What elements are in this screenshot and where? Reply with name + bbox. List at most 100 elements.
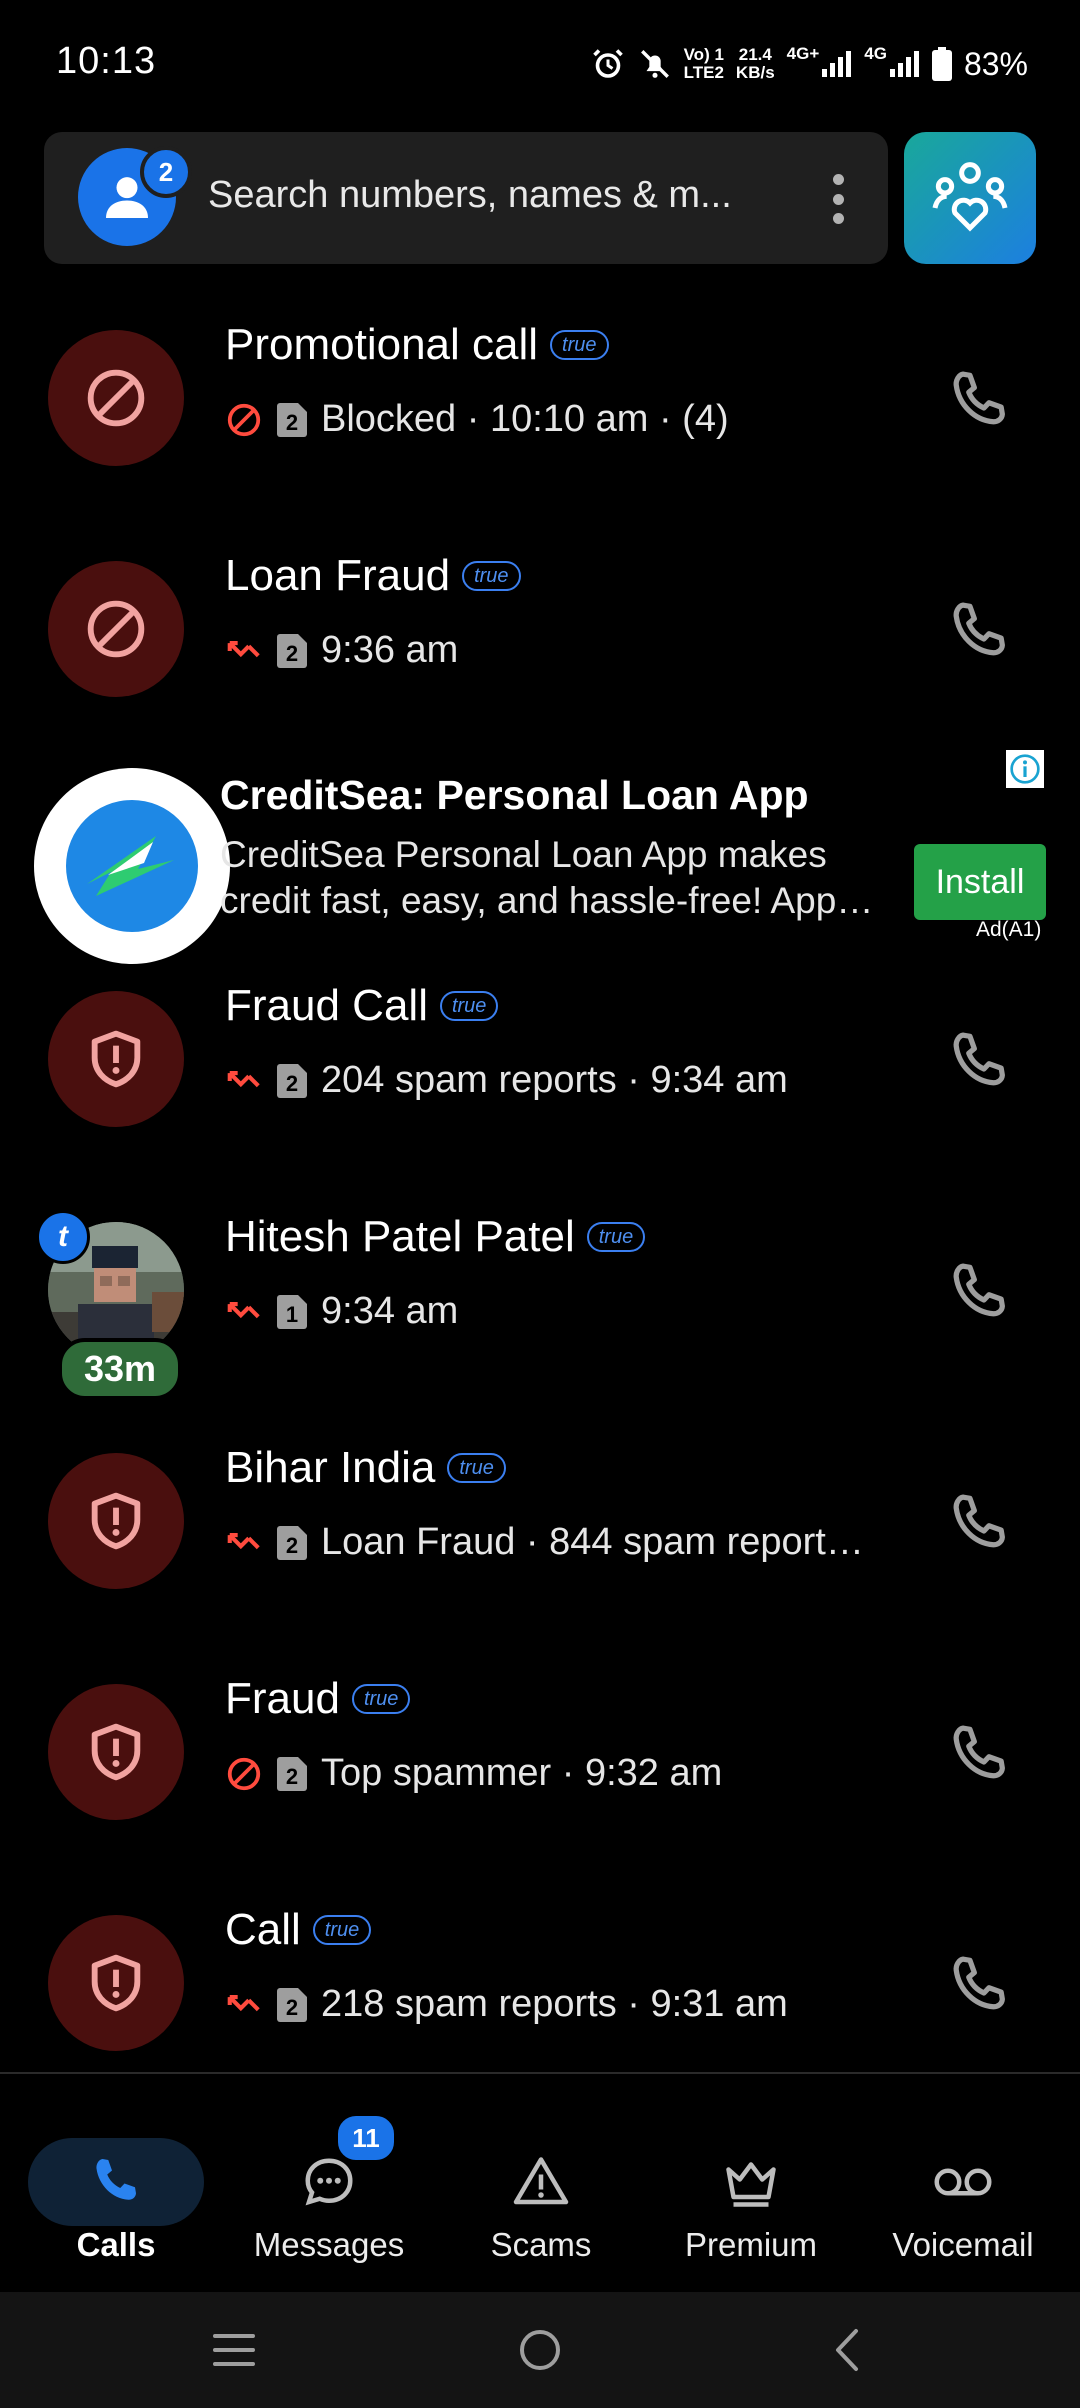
blocked-icon <box>227 1757 261 1790</box>
contact-photo-avatar[interactable]: 33m t <box>36 1210 184 1400</box>
spam-avatar[interactable] <box>48 991 184 1127</box>
call-details: 2 Loan Fraud · 844 spam reports… <box>225 1521 881 1564</box>
signal-icon <box>889 51 919 77</box>
call-button-icon[interactable] <box>944 597 1014 667</box>
sim-icon: 2 <box>277 1756 307 1791</box>
call-detail-text: 9:36 am <box>321 629 459 671</box>
svg-text:2: 2 <box>286 410 298 435</box>
missed-call-icon <box>227 1301 260 1318</box>
svg-text:2: 2 <box>286 641 298 666</box>
family-protection-button[interactable] <box>904 132 1036 264</box>
sponsored-ad[interactable]: CreditSea: Personal Loan App CreditSea P… <box>0 750 1080 964</box>
contact-name: Fraud Call true <box>225 981 499 1031</box>
messages-badge: 11 <box>334 2112 398 2164</box>
spam-avatar[interactable] <box>48 330 184 466</box>
svg-text:1: 1 <box>286 1302 298 1327</box>
missed-call-icon <box>227 640 260 657</box>
call-detail-text: 204 spam reports · 9:34 am <box>321 1059 788 1101</box>
call-button-icon[interactable] <box>944 366 1014 436</box>
volte-indicator: Vo) 1 LTE2 <box>683 45 724 82</box>
true-badge: true <box>312 1915 372 1945</box>
ad-label: Ad(A1) <box>976 918 1042 941</box>
phone-icon <box>76 2138 156 2226</box>
call-detail-text: 218 spam reports · 9:31 am <box>321 1983 788 2025</box>
alarm-icon <box>592 49 623 78</box>
call-detail-text: Loan Fraud · 844 spam reports… <box>321 1521 881 1563</box>
call-button-icon[interactable] <box>944 1951 1014 2021</box>
sim-icon: 1 <box>277 1294 307 1329</box>
status-time: 10:13 <box>56 40 157 82</box>
creditsea-logo-icon <box>66 800 198 932</box>
call-row[interactable]: Fraud Call true 2 204 spam reports · 9:34… <box>0 981 1080 1221</box>
shield-alert-icon <box>91 1492 141 1550</box>
more-options-icon[interactable] <box>832 174 844 224</box>
ad-info-icon[interactable] <box>1006 750 1044 788</box>
sim-icon: 2 <box>277 1063 307 1098</box>
tab-label: Premium <box>684 2226 818 2263</box>
mute-icon <box>640 50 669 78</box>
call-button-icon[interactable] <box>944 1258 1014 1328</box>
tab-calls[interactable]: Calls <box>28 2106 204 2286</box>
net-speed: 21.4 KB/s <box>735 45 775 82</box>
true-badge: true <box>351 1684 411 1714</box>
true-badge: true <box>447 1453 506 1483</box>
search-bar[interactable]: 2 Search numbers, names & m... <box>44 132 888 264</box>
tab-label: Voicemail <box>892 2226 1034 2263</box>
search-input[interactable]: Search numbers, names & m... <box>208 174 732 217</box>
missed-call-icon <box>227 1070 260 1087</box>
home-icon[interactable] <box>510 2320 570 2380</box>
call-button-icon[interactable] <box>944 1489 1014 1559</box>
true-badge: true <box>439 991 499 1021</box>
call-details: 2 Top spammer · 9:32 am <box>225 1752 722 1795</box>
spam-avatar[interactable] <box>48 1915 184 2051</box>
ad-description[interactable]: CreditSea Personal Loan App makes credit… <box>220 832 900 924</box>
spam-avatar[interactable] <box>48 1684 184 1820</box>
call-row[interactable]: Bihar India true 2 Loan Fraud · 844 spam … <box>0 1443 1080 1683</box>
battery-icon <box>931 47 952 81</box>
missed-call-icon <box>227 1994 260 2011</box>
ad-app-logo[interactable] <box>34 768 230 964</box>
spam-avatar[interactable] <box>48 561 184 697</box>
back-icon[interactable] <box>816 2320 876 2380</box>
truecaller-badge-icon: t <box>36 1210 90 1264</box>
contact-name: Promotional call true <box>225 320 609 370</box>
call-details: 2 218 spam reports · 9:31 am <box>225 1983 788 2026</box>
shield-alert-icon <box>91 1954 141 2012</box>
shield-alert-icon <box>91 1030 141 1088</box>
tab-label: Messages <box>253 2226 405 2263</box>
sim-icon: 2 <box>277 1987 307 2022</box>
sim-icon: 2 <box>277 633 307 668</box>
contact-name: Fraud true <box>225 1674 411 1724</box>
call-row[interactable]: Fraud true 2 Top spammer · 9:32 am <box>0 1674 1080 1914</box>
tab-premium[interactable]: Premium <box>646 2106 856 2286</box>
true-badge: true <box>462 561 521 591</box>
true-badge: true <box>550 330 609 360</box>
call-row[interactable]: Promotional call true 2 Blocked · 10:10 a… <box>0 320 1080 560</box>
call-row[interactable]: Loan Fraud true 2 9:36 am <box>0 551 1080 791</box>
notification-badge: 2 <box>140 146 192 198</box>
tab-voicemail[interactable]: Voicemail <box>858 2106 1068 2286</box>
contact-name: Call true <box>225 1905 372 1955</box>
contact-name: Hitesh Patel Patel true <box>225 1212 646 1262</box>
call-detail-text: 9:34 am <box>321 1290 459 1332</box>
contact-name: Loan Fraud true <box>225 551 521 601</box>
shield-alert-icon <box>91 1723 141 1781</box>
bottom-nav: Calls 11 Messages Scams Premium Voicemai… <box>0 2072 1080 2294</box>
svg-text:2: 2 <box>286 1764 298 1789</box>
sim-icon: 2 <box>277 1525 307 1560</box>
tab-scams[interactable]: Scams <box>436 2106 646 2286</box>
tab-messages[interactable]: 11 Messages <box>224 2106 434 2286</box>
call-button-icon[interactable] <box>944 1720 1014 1790</box>
signal-1: 4G+ <box>787 45 853 77</box>
status-bar: 10:13 Vo) 1 LTE2 21.4 KB/s 4G+ 4G 83% <box>0 0 1080 120</box>
recent-apps-icon[interactable] <box>204 2320 264 2380</box>
call-button-icon[interactable] <box>944 1027 1014 1097</box>
ad-title[interactable]: CreditSea: Personal Loan App <box>220 772 809 819</box>
call-row[interactable]: 33m t Hitesh Patel Patel true 1 9:34 am <box>0 1210 1080 1452</box>
system-nav-bar <box>0 2292 1080 2408</box>
install-button[interactable]: Install <box>914 844 1046 920</box>
voicemail-icon <box>923 2138 1003 2226</box>
time-badge: 33m <box>58 1338 182 1400</box>
battery-level: 83% <box>963 45 1028 82</box>
spam-avatar[interactable] <box>48 1453 184 1589</box>
